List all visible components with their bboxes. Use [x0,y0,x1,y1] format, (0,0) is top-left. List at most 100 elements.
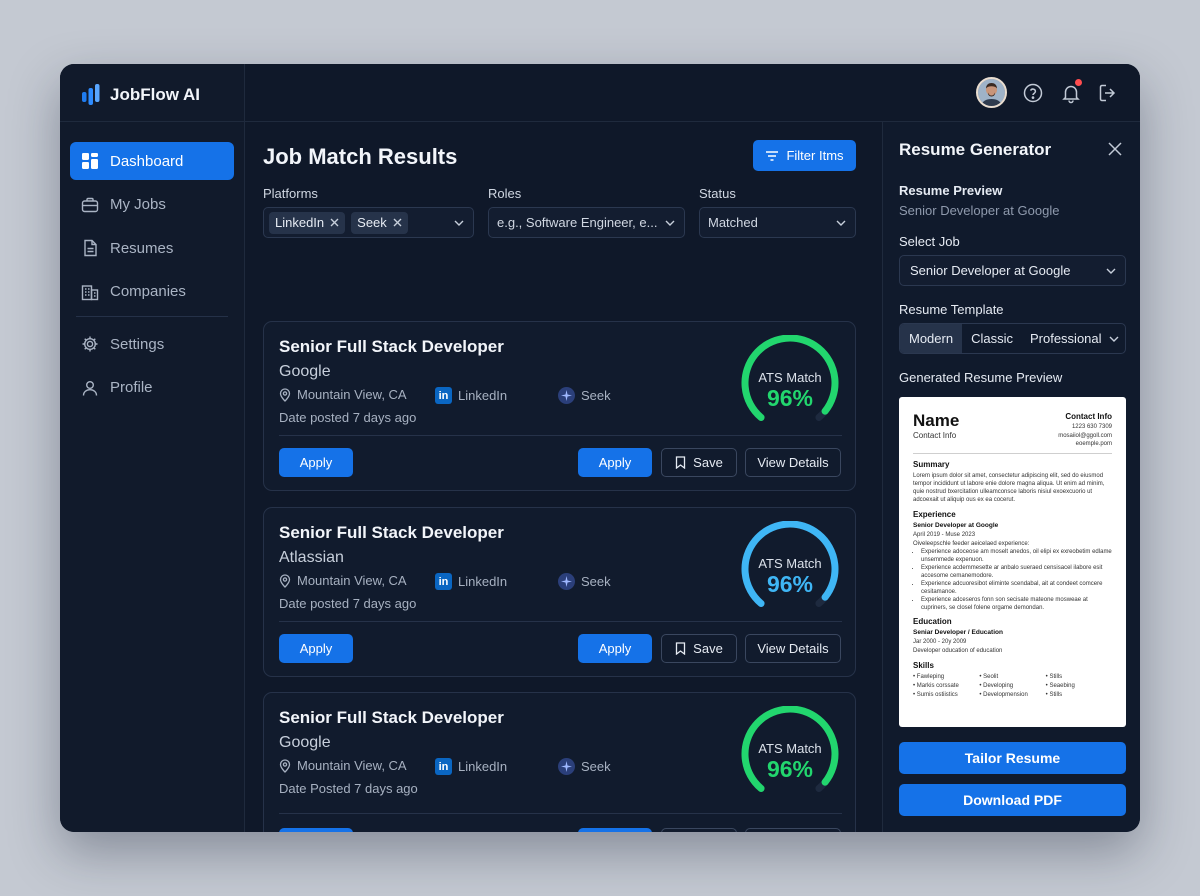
job-card[interactable]: Senior Full Stack Developer Google Mount… [263,321,856,491]
apply-button-secondary[interactable]: Apply [578,448,652,477]
company-name: Google [279,734,331,751]
sidebar-item-label: Resumes [110,239,174,257]
platform-seek[interactable]: Seek [558,387,611,404]
roles-input[interactable]: e.g., Software Engineer, e... [488,207,685,238]
ats-value: 96% [766,756,814,782]
avatar-image [978,79,1005,106]
template-option-classic[interactable]: Classic [962,324,1022,353]
apply-button[interactable]: Apply [279,634,353,663]
template-option-modern[interactable]: Modern [900,324,963,353]
top-bar [245,64,1140,122]
list-item: Experience adoceose am moselt anedos, oi… [921,548,1112,564]
sidebar: JobFlow AI Dashboard My Jobs Resumes Com… [60,64,245,832]
sidebar-item-companies[interactable]: Companies [70,273,234,311]
resume-document-preview: Name Contact Info Contact Info 1223 630 … [899,397,1126,727]
sidebar-item-profile[interactable]: Profile [70,369,234,407]
chevron-down-icon [1109,336,1119,342]
bookmark-icon [676,456,686,469]
download-pdf-button[interactable]: Download PDF [899,784,1126,816]
ats-match-gauge: ATS Match 96% [737,705,843,798]
logout-icon[interactable] [1097,82,1119,104]
apply-button-secondary[interactable]: Apply [578,828,652,832]
apply-button-secondary[interactable]: Apply [578,634,652,663]
job-title[interactable]: Senior Full Stack Developer [279,708,504,728]
company-name: Atlassian [279,549,344,566]
status-select[interactable]: Matched [699,207,856,238]
sidebar-item-settings[interactable]: Settings [70,325,234,363]
job-title[interactable]: Senior Full Stack Developer [279,337,504,357]
location-pin-icon [279,387,291,402]
filter-button[interactable]: Filter Itms [753,140,856,171]
contact-line: 1223 630 7309 [1071,424,1112,430]
roles-placeholder: e.g., Software Engineer, e... [497,215,658,230]
resume-preview-heading: Resume Preview [899,183,1003,198]
generated-preview-label: Generated Resume Preview [899,370,1063,385]
page-title: Job Match Results [263,144,458,169]
platform-linkedin[interactable]: in LinkedIn [435,387,507,404]
sidebar-item-dashboard[interactable]: Dashboard [70,142,234,180]
template-option-professional[interactable]: Professional [1022,324,1123,353]
close-icon[interactable] [330,218,339,227]
platform-linkedin[interactable]: in LinkedIn [435,758,507,775]
avatar[interactable] [976,77,1007,108]
resume-summary-text: Lorem ipsum dolor sit amet, consectetur … [913,473,1105,503]
skill-item: • Developmension [979,692,1028,698]
platform-linkedin[interactable]: in LinkedIn [435,573,507,590]
list-item: Experience acdemmesette ar anbalo suerae… [921,564,1112,580]
card-divider [279,435,842,436]
resume-exp-bullets: Experience adoceose am moselt anedos, oi… [921,548,1112,612]
select-job-dropdown[interactable]: Senior Developer at Google [899,255,1126,286]
save-button[interactable]: Save [661,634,737,663]
list-item: Experience adcuoresibot eliminte scendab… [921,580,1112,596]
gear-icon [82,336,98,352]
save-label: Save [693,641,723,656]
resume-experience-heading: Experience [913,510,956,519]
sidebar-item-label: Settings [110,335,165,353]
document-icon [84,239,97,257]
location-text: Mountain View, CA [297,758,407,773]
sidebar-divider [76,316,228,317]
view-details-button[interactable]: View Details [745,634,841,663]
view-details-button[interactable]: View Details [745,448,841,477]
sidebar-item-my-jobs[interactable]: My Jobs [70,186,234,224]
platform-seek[interactable]: Seek [558,758,611,775]
save-button[interactable]: Save [661,828,737,832]
location-pin-icon [279,573,291,588]
ats-value: 96% [766,385,814,411]
save-label: Save [693,455,723,470]
skill-item: • Stills [1045,692,1063,698]
date-posted: Date Posted 7 days ago [279,781,418,796]
skill-item: • Seaebing [1045,683,1075,689]
brand[interactable]: JobFlow AI [80,82,200,108]
apply-button[interactable]: Apply [279,448,353,477]
tailor-resume-button[interactable]: Tailor Resume [899,742,1126,774]
linkedin-icon: in [435,758,452,775]
platforms-select[interactable]: LinkedIn Seek [263,207,474,238]
skill-item: • Sumis ostiistics [913,692,958,698]
status-value: Matched [708,215,758,230]
template-selector: Modern Classic Professional [899,323,1126,354]
platform-seek[interactable]: Seek [558,573,611,590]
close-icon[interactable] [393,218,402,227]
resume-exp-dates: April 2019 - Muse 2023 [913,532,976,538]
card-divider [279,813,842,814]
user-icon [82,380,98,396]
ats-label: ATS Match [758,741,822,756]
sidebar-item-resumes[interactable]: Resumes [70,229,234,267]
skill-item: • Stills [1045,674,1063,680]
job-card[interactable]: Senior Full Stack Developer Google Mount… [263,692,856,832]
status-label: Status [699,186,736,201]
save-button[interactable]: Save [661,448,737,477]
close-icon[interactable] [1108,142,1122,156]
view-details-button[interactable]: View Details [745,828,841,832]
help-icon[interactable] [1022,82,1044,104]
job-card[interactable]: Senior Full Stack Developer Atlassian Mo… [263,507,856,677]
chevron-down-icon [454,220,464,226]
sidebar-item-label: Profile [110,379,153,396]
dashboard-icon [82,153,98,169]
template-option-label: Professional [1029,331,1102,346]
job-title[interactable]: Senior Full Stack Developer [279,523,504,543]
seek-icon [558,387,575,404]
apply-button[interactable]: Apply [279,828,353,832]
sidebar-nav: Dashboard My Jobs Resumes Companies Sett… [70,142,234,412]
